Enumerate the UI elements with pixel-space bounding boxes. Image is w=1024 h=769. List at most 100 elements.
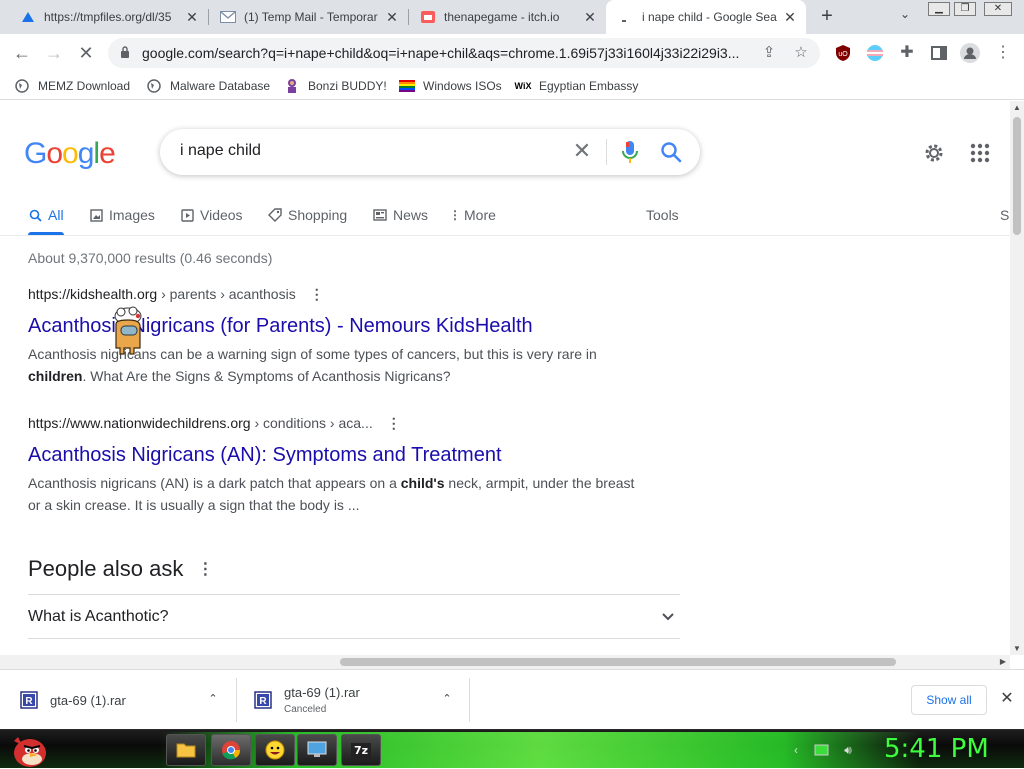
result-citation[interactable]: https://www.nationwidechildrens.org › co… xyxy=(28,415,648,432)
scroll-right-icon[interactable]: ▶ xyxy=(1000,657,1006,666)
paa-options-icon[interactable]: ⋮ xyxy=(197,559,213,579)
tab-strip: https://tmpfiles.org/dl/35 ✕ (1) Temp Ma… xyxy=(0,0,1024,34)
tab-images[interactable]: Images xyxy=(89,204,155,226)
bookmark-bonzi-buddy[interactable]: Bonzi BUDDY! xyxy=(284,76,387,96)
stop-button[interactable]: ✕ xyxy=(74,41,98,65)
taskbar-clock[interactable]: 5:41 PM xyxy=(884,734,989,764)
google-apps-grid-icon[interactable] xyxy=(970,143,990,163)
scroll-up-icon[interactable]: ▲ xyxy=(1013,103,1021,112)
back-button[interactable]: ← xyxy=(10,41,34,65)
search-tabs: All Images Videos Shopping News ⋮ More T… xyxy=(0,193,1010,236)
close-tab-icon[interactable]: ✕ xyxy=(384,9,400,25)
ublock-icon[interactable]: uO xyxy=(834,44,852,62)
globe-icon xyxy=(146,78,162,94)
tab-all[interactable]: All xyxy=(28,204,64,226)
result-path: › conditions › aca... xyxy=(250,415,373,431)
chevron-up-icon[interactable]: ⌃ xyxy=(440,692,454,706)
maximize-button[interactable]: ❐ xyxy=(954,2,976,16)
scrollbar-thumb[interactable] xyxy=(1013,117,1021,235)
horizontal-scrollbar[interactable]: ▶ xyxy=(0,655,1010,669)
safesearch-button[interactable]: S xyxy=(1000,204,1009,226)
download-item[interactable]: R gta-69 (1).rar ⌃ xyxy=(20,670,230,730)
download-filename: gta-69 (1).rar xyxy=(50,692,126,708)
itch-icon xyxy=(420,9,436,25)
download-status: Canceled xyxy=(284,704,327,715)
settings-gear-icon[interactable] xyxy=(922,141,946,165)
tab-title: (1) Temp Mail - Temporar xyxy=(244,10,378,24)
search-box[interactable]: i nape child ✕ xyxy=(160,129,700,175)
emoji-icon xyxy=(265,740,285,760)
tab-shopping[interactable]: Shopping xyxy=(268,204,347,226)
download-item[interactable]: R gta-69 (1).rar Canceled ⌃ xyxy=(254,670,464,730)
forward-button[interactable]: → xyxy=(42,41,66,65)
start-button-angry-bird-icon[interactable] xyxy=(8,731,48,769)
close-tab-icon[interactable]: ✕ xyxy=(582,9,598,25)
taskbar-7zip[interactable]: 7z xyxy=(341,734,381,766)
rar-file-icon: R xyxy=(20,691,38,709)
close-tab-icon[interactable]: ✕ xyxy=(782,9,798,25)
browser-tab-3[interactable]: thenapegame - itch.io ✕ xyxy=(408,0,606,34)
profile-avatar-icon[interactable] xyxy=(960,43,980,63)
bookmark-star-icon[interactable]: ☆ xyxy=(792,44,810,62)
taskbar-chrome[interactable] xyxy=(211,734,251,766)
paa-heading: People also ask xyxy=(28,556,184,581)
paa-question[interactable]: What is Acanthotic? xyxy=(28,594,680,639)
bookmark-egyptian-embassy[interactable]: WiX Egyptian Embassy xyxy=(515,76,639,96)
people-also-ask: People also ask ⋮ What is Acanthotic? xyxy=(28,556,680,639)
result-options-icon[interactable]: ⋮ xyxy=(387,415,401,432)
snippet-text: . What Are the Signs & Symptoms of Acant… xyxy=(82,368,451,384)
bookmark-malware-database[interactable]: Malware Database xyxy=(146,76,270,96)
close-window-button[interactable]: ✕ xyxy=(984,2,1012,16)
taskbar-emoji-app[interactable] xyxy=(255,734,295,766)
tab-label: More xyxy=(464,207,496,223)
browser-tab-1[interactable]: https://tmpfiles.org/dl/35 ✕ xyxy=(8,0,208,34)
character-cursor-icon xyxy=(114,306,142,355)
chevron-up-icon[interactable]: ⌃ xyxy=(206,692,220,706)
close-downloads-icon[interactable]: ✕ xyxy=(998,690,1016,708)
tab-title: thenapegame - itch.io xyxy=(444,10,560,24)
clear-search-icon[interactable]: ✕ xyxy=(570,139,594,163)
taskbar-monitor-app[interactable] xyxy=(297,734,337,766)
result-options-icon[interactable]: ⋮ xyxy=(310,286,324,303)
tab-more[interactable]: ⋮ More xyxy=(449,204,496,226)
rainbow-flag-icon xyxy=(399,78,415,94)
browser-tab-2[interactable]: (1) Temp Mail - Temporar ✕ xyxy=(208,0,408,34)
share-icon[interactable]: ⇪ xyxy=(760,44,778,62)
scroll-down-icon[interactable]: ▼ xyxy=(1013,644,1021,653)
battery-icon[interactable] xyxy=(812,740,832,760)
vertical-scrollbar[interactable]: ▲ ▼ xyxy=(1010,101,1024,655)
search-icon[interactable] xyxy=(660,141,682,163)
bookmark-windows-isos[interactable]: Windows ISOs xyxy=(399,76,502,96)
microphone-icon[interactable] xyxy=(620,140,640,164)
result-title-link[interactable]: Acanthosis Nigricans (AN): Symptoms and … xyxy=(28,442,648,468)
extensions-puzzle-icon[interactable]: ✚ xyxy=(898,44,916,62)
tray-expand-icon[interactable]: ‹ xyxy=(786,740,806,760)
active-tab-underline xyxy=(28,232,64,235)
tab-news[interactable]: News xyxy=(373,204,428,226)
minimize-button[interactable]: ▁ xyxy=(928,2,950,16)
google-logo[interactable]: Google xyxy=(24,137,116,171)
tab-label: Shopping xyxy=(288,207,348,223)
url-text[interactable]: google.com/search?q=i+nape+child&oq=i+na… xyxy=(142,45,742,61)
taskbar-file-explorer[interactable] xyxy=(166,734,206,766)
tab-search-icon[interactable]: ⌄ xyxy=(896,7,914,25)
news-icon xyxy=(373,208,387,222)
volume-icon[interactable]: 🔊︎ xyxy=(838,740,858,760)
trans-flag-extension-icon[interactable] xyxy=(866,44,884,62)
tab-videos[interactable]: Videos xyxy=(180,204,243,226)
browser-tab-4[interactable]: i nape child - Google Sea ✕ xyxy=(606,0,806,34)
result-citation[interactable]: https://kidshealth.org › parents › acant… xyxy=(28,286,648,303)
bookmark-label: Bonzi BUDDY! xyxy=(308,79,387,93)
show-all-downloads-button[interactable]: Show all xyxy=(911,685,987,715)
new-tab-button[interactable]: + xyxy=(816,5,838,27)
side-panel-icon[interactable] xyxy=(930,44,948,62)
browser-menu-icon[interactable]: ⋮ xyxy=(994,44,1012,62)
close-tab-icon[interactable]: ✕ xyxy=(184,9,200,25)
scrollbar-thumb[interactable] xyxy=(340,658,896,666)
tools-button[interactable]: Tools xyxy=(646,204,679,226)
address-bar[interactable]: google.com/search?q=i+nape+child&oq=i+na… xyxy=(108,38,820,68)
lock-icon[interactable] xyxy=(120,46,130,58)
bookmark-label: Egyptian Embassy xyxy=(539,79,639,93)
search-input[interactable]: i nape child xyxy=(180,142,261,160)
bookmark-memz[interactable]: MEMZ Download xyxy=(14,76,130,96)
